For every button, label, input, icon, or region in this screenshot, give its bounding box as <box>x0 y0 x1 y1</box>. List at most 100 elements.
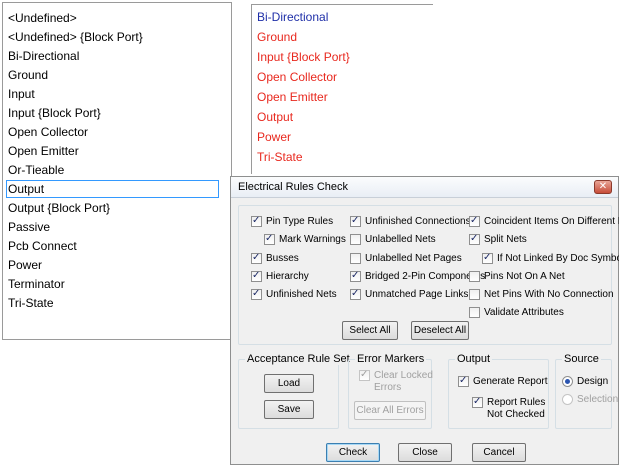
cancel-button[interactable]: Cancel <box>472 443 526 462</box>
list-item[interactable]: Input {Block Port} <box>257 47 350 67</box>
checkbox-label: Hierarchy <box>266 271 309 282</box>
bridged-2pin-checkbox[interactable]: Bridged 2-Pin Components <box>350 270 485 283</box>
mark-warnings-checkbox[interactable]: Mark Warnings <box>264 233 346 246</box>
checkbox-box <box>251 270 262 282</box>
checkbox-box <box>472 396 483 408</box>
checkbox-label: Unlabelled Net Pages <box>365 253 462 264</box>
group-title: Acceptance Rule Set <box>245 353 352 365</box>
list-item[interactable]: Tri-State <box>257 147 303 167</box>
checkbox-box <box>264 233 275 245</box>
source-group: Source Design Selection <box>555 353 618 429</box>
busses-checkbox[interactable]: Busses <box>251 252 299 265</box>
pins-not-on-net-checkbox[interactable]: Pins Not On A Net <box>469 271 565 283</box>
generate-report-checkbox[interactable]: Generate Report <box>458 375 548 388</box>
list-item[interactable]: Ground <box>257 27 297 47</box>
hierarchy-checkbox[interactable]: Hierarchy <box>251 270 309 283</box>
report-rules-not-checked-checkbox[interactable]: Report Rules Not Checked <box>472 396 545 421</box>
close-icon[interactable]: ✕ <box>594 180 612 194</box>
selection-radio[interactable]: Selection <box>562 394 618 405</box>
checkbox-box <box>251 215 262 227</box>
checkbox-box <box>350 234 361 245</box>
checkbox-label: Unfinished Nets <box>266 289 337 300</box>
checkbox-box <box>350 253 361 264</box>
checkbox-label-line: Report Rules <box>487 397 546 408</box>
list-item[interactable]: Power <box>6 256 219 274</box>
checkbox-box <box>350 270 361 282</box>
electrical-rules-check-dialog: Electrical Rules Check ✕ Pin Type Rules … <box>230 176 619 465</box>
checkbox-label: Net Pins With No Connection <box>484 289 614 300</box>
load-button[interactable]: Load <box>264 374 314 393</box>
deselect-all-button[interactable]: Deselect All <box>411 321 469 340</box>
list-item[interactable]: Input <box>6 85 219 103</box>
list-item[interactable]: Output <box>257 107 293 127</box>
if-not-linked-checkbox[interactable]: If Not Linked By Doc Symbol <box>482 252 619 265</box>
checkbox-label: Report Rules Not Checked <box>487 397 545 421</box>
checkbox-label-line: Clear Locked <box>374 370 433 381</box>
select-all-button[interactable]: Select All <box>342 321 398 340</box>
list-item[interactable]: Passive <box>6 218 219 236</box>
net-pins-no-connection-checkbox[interactable]: Net Pins With No Connection <box>469 289 614 301</box>
checkbox-box <box>469 289 480 300</box>
list-item[interactable]: Power <box>257 127 291 147</box>
list-item[interactable]: Bi-Directional <box>6 47 219 65</box>
checkbox-label: Pins Not On A Net <box>484 271 565 282</box>
checkbox-label-line: Errors <box>374 382 402 393</box>
save-button[interactable]: Save <box>264 400 314 419</box>
list-item[interactable]: Ground <box>6 66 219 84</box>
coincident-items-checkbox[interactable]: Coincident Items On Different Nets <box>469 215 619 228</box>
list-item[interactable]: Open Emitter <box>6 142 219 160</box>
list-item[interactable]: Pcb Connect <box>6 237 219 255</box>
checkbox-label: Unlabelled Nets <box>365 234 436 245</box>
list-item[interactable]: Bi-Directional <box>257 7 328 27</box>
checkbox-label: Validate Attributes <box>484 307 564 318</box>
checkbox-label: Mark Warnings <box>279 234 346 245</box>
checkbox-box <box>469 307 480 318</box>
list-item[interactable]: Open Collector <box>257 67 337 87</box>
checkbox-label: Split Nets <box>484 234 527 245</box>
validate-attributes-checkbox[interactable]: Validate Attributes <box>469 307 564 319</box>
check-button[interactable]: Check <box>326 443 380 462</box>
group-title: Error Markers <box>355 353 427 365</box>
checkbox-box <box>469 215 480 227</box>
pin-type-rules-checkbox[interactable]: Pin Type Rules <box>251 215 334 228</box>
list-item[interactable]: <Undefined> <box>6 9 219 27</box>
checkbox-box <box>359 369 370 381</box>
design-radio[interactable]: Design <box>562 376 608 387</box>
unfinished-nets-checkbox[interactable]: Unfinished Nets <box>251 288 337 301</box>
checkbox-label: Clear Locked Errors <box>374 370 433 394</box>
dialog-title: Electrical Rules Check <box>238 181 349 193</box>
error-markers-group: Error Markers Clear Locked Errors Clear … <box>348 353 433 429</box>
acceptance-rule-set-group: Acceptance Rule Set Load Save <box>238 353 352 429</box>
list-item[interactable]: Output {Block Port} <box>6 199 219 217</box>
checkbox-label: Unmatched Page Links <box>365 289 469 300</box>
checkbox-label: Generate Report <box>473 376 548 387</box>
checkbox-label: Coincident Items On Different Nets <box>484 216 619 227</box>
close-button[interactable]: Close <box>398 443 452 462</box>
list-item[interactable]: Input {Block Port} <box>6 104 219 122</box>
list-item-selected[interactable]: Output <box>6 180 219 198</box>
clear-all-errors-button[interactable]: Clear All Errors <box>354 401 426 420</box>
list-item[interactable]: <Undefined> {Block Port} <box>6 28 219 46</box>
checkbox-label: Pin Type Rules <box>266 216 334 227</box>
radio-dot <box>562 376 573 387</box>
checkbox-box <box>350 288 361 300</box>
radio-label: Selection <box>577 394 619 405</box>
list-item[interactable]: Terminator <box>6 275 219 293</box>
unfinished-connections-checkbox[interactable]: Unfinished Connections <box>350 215 471 228</box>
list-item[interactable]: Open Emitter <box>257 87 328 107</box>
checkbox-box <box>469 233 480 245</box>
split-nets-checkbox[interactable]: Split Nets <box>469 233 527 246</box>
unlabelled-nets-checkbox[interactable]: Unlabelled Nets <box>350 234 436 246</box>
unmatched-page-links-checkbox[interactable]: Unmatched Page Links <box>350 288 469 301</box>
list-item[interactable]: Tri-State <box>6 294 219 312</box>
radio-label: Design <box>577 376 609 387</box>
title-bar[interactable]: Electrical Rules Check ✕ <box>231 177 618 198</box>
unlabelled-net-pages-checkbox[interactable]: Unlabelled Net Pages <box>350 253 462 265</box>
group-title: Source <box>562 353 601 365</box>
pin-type-listbox[interactable]: <Undefined> <Undefined> {Block Port} Bi-… <box>2 2 232 340</box>
list-item[interactable]: Open Collector <box>6 123 219 141</box>
checkbox-label: Busses <box>266 253 299 264</box>
clear-locked-errors-checkbox[interactable]: Clear Locked Errors <box>359 369 433 394</box>
list-item[interactable]: Or-Tieable <box>6 161 219 179</box>
checkbox-box <box>251 288 262 300</box>
